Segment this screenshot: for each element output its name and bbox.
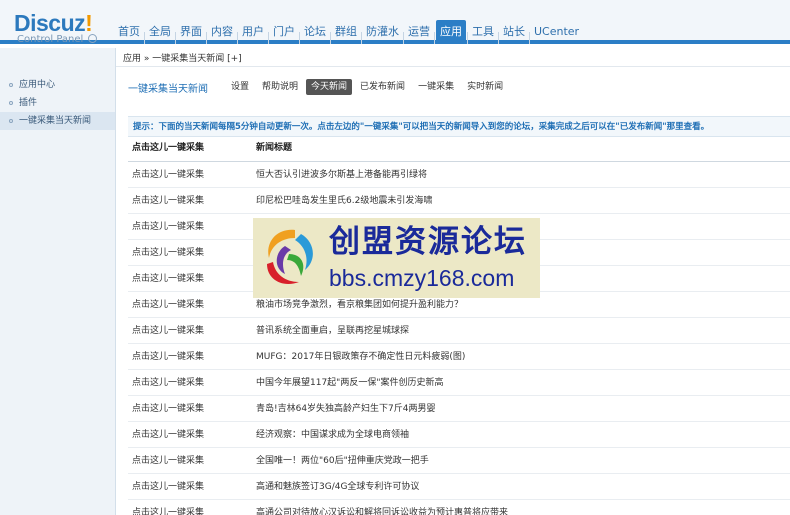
nav-separator [403,32,404,44]
nav-item-0[interactable]: 首页 [115,20,143,44]
watermark-title: 创盟资源论坛 [329,224,527,260]
nav-item-3[interactable]: 内容 [208,20,236,44]
nav-item-10[interactable]: 应用 [436,20,466,44]
logo-subtitle-text: Control Panel [17,34,84,45]
left-sidebar: 应用中心插件一键采集当天新闻 [0,48,116,515]
collect-link[interactable]: 点击这儿一键采集 [132,240,204,266]
table-row: 点击这儿一键采集 印尼松巴哇岛发生里氏6.2级地震未引发海啸 [128,188,790,214]
nav-item-9[interactable]: 运营 [405,20,433,44]
logo-subtitle: Control Panel [17,34,109,46]
collect-link[interactable]: 点击这儿一键采集 [132,318,204,344]
watermark-logo-icon [267,229,313,284]
nav-separator [237,32,238,44]
nav-item-1[interactable]: 全局 [146,20,174,44]
subnav-tab-3[interactable]: 已发布新闻 [355,79,410,95]
logo-wordmark: Discuz! [14,10,109,36]
nav-separator [175,32,176,44]
table-row: 点击这儿一键采集 全国唯一！两位"60后"扭伸重庆党政一把手 [128,448,790,474]
collect-link[interactable]: 点击这儿一键采集 [132,370,204,396]
bullet-icon [9,101,13,105]
column-header-action: 点击这儿一键采集 [132,143,205,153]
collect-link[interactable]: 点击这儿一键采集 [132,162,204,188]
breadcrumb-divider [116,66,790,67]
table-row: 点击这儿一键采集 经济观察：中国谋求成为全球电商领袖 [128,422,790,448]
nav-separator [361,32,362,44]
news-title: 高通公司对待放心汉诉讼和解将回诉讼收益为预计惠普将应带来 [256,508,509,515]
nav-item-13[interactable]: UCenter [531,20,582,44]
sidebar-item-2[interactable]: 一键采集当天新闻 [0,112,115,130]
discuz-logo[interactable]: Discuz! Control Panel [14,12,109,52]
subnav-tab-4[interactable]: 一键采集 [413,79,459,95]
table-row: 点击这儿一键采集 恒大否认引进波多尔斯基上港备能再引绿将 [128,162,790,188]
news-title: 青岛!吉林64岁失独高龄产妇生下7斤4两男婴 [256,404,436,414]
logo-bang: ! [85,10,93,36]
news-title: 经济观察：中国谋求成为全球电商领袖 [256,430,410,440]
nav-item-7[interactable]: 群组 [332,20,360,44]
nav-separator [299,32,300,44]
nav-separator [498,32,499,44]
subnav-tab-2[interactable]: 今天新闻 [306,79,353,95]
news-title: 恒大否认引进波多尔斯基上港备能再引绿将 [256,170,428,180]
sidebar-item-label: 插件 [19,98,38,108]
collect-link[interactable]: 点击这儿一键采集 [132,396,204,422]
nav-separator [434,32,435,44]
top-header: Discuz! Control Panel 首页 全局 界面 内容 用户 门户 论坛 群组 防灌… [0,0,790,45]
nav-item-12[interactable]: 站长 [500,20,528,44]
breadcrumb: 应用 » 一键采集当天新闻 [+] [123,54,242,64]
sidebar-item-1[interactable]: 插件 [0,94,115,112]
plugin-subnav: 一键采集当天新闻 设置 帮助说明 今天新闻 已发布新闻 一键采集 实时新闻 [128,78,511,96]
nav-separator [330,32,331,44]
collect-link[interactable]: 点击这儿一键采集 [132,266,204,292]
bullet-icon [9,119,13,123]
collect-link[interactable]: 点击这儿一键采集 [132,474,204,500]
plugin-title[interactable]: 一键采集当天新闻 [128,80,208,95]
watermark-url: bbs.cmzy168.com [329,265,515,291]
nav-item-6[interactable]: 论坛 [301,20,329,44]
nav-item-8[interactable]: 防灌水 [363,20,402,44]
nav-separator [467,32,468,44]
table-row: 点击这儿一键采集 中国今年展望117起"两反一保"案件创历史新高 [128,370,790,396]
column-header-title: 新闻标题 [256,143,293,153]
table-row: 点击这儿一键采集 高通和魅族签订3G/4G全球专利许可协议 [128,474,790,500]
nav-separator [529,32,530,44]
nav-separator [268,32,269,44]
news-title: 高通和魅族签订3G/4G全球专利许可协议 [256,482,420,492]
table-row: 点击这儿一键采集 MUFG：2017年日银政策存不确定性日元料疲弱(图) [128,344,790,370]
nav-item-5[interactable]: 门户 [270,20,298,44]
tip-banner: 提示：下面的当天新闻每隔5分钟自动更新一次。点击左边的"一键采集"可以把当天的新… [128,116,790,137]
table-row: 点击这儿一键采集 普讯系统全面重启，呈联再挖星城球探 [128,318,790,344]
table-header-row: 点击这儿一键采集 新闻标题 [128,140,790,162]
collect-link[interactable]: 点击这儿一键采集 [132,292,204,318]
logo-main-text: Discuz [14,10,86,36]
sidebar-item-0[interactable]: 应用中心 [0,76,115,94]
nav-item-2[interactable]: 界面 [177,20,205,44]
collect-link[interactable]: 点击这儿一键采集 [132,422,204,448]
collect-link[interactable]: 点击这儿一键采集 [132,448,204,474]
sidebar-item-label: 一键采集当天新闻 [19,116,92,126]
nav-item-4[interactable]: 用户 [239,20,267,44]
gear-icon [87,34,97,43]
news-title: 全国唯一！两位"60后"扭伸重庆党政一把手 [256,456,429,466]
top-nav: 首页 全局 界面 内容 用户 门户 论坛 群组 防灌水 运营 应用 工具 站长 UCenter [115,14,582,44]
table-row: 点击这儿一键采集高通公司对待放心汉诉讼和解将回诉讼收益为预计惠普将应带来 [128,500,790,515]
sidebar-item-label: 应用中心 [19,80,56,90]
news-title: 普讯系统全面重启，呈联再挖星城球探 [256,326,410,336]
news-title: MUFG：2017年日银政策存不确定性日元料疲弱(图) [256,352,466,362]
collect-link[interactable]: 点击这儿一键采集 [132,344,204,370]
nav-separator [206,32,207,44]
nav-item-11[interactable]: 工具 [469,20,497,44]
collect-link[interactable]: 点击这儿一键采集 [132,188,204,214]
collect-link[interactable]: 点击这儿一键采集 [132,500,204,515]
nav-separator [144,32,145,44]
subnav-tab-0[interactable]: 设置 [226,79,254,95]
watermark: 创盟资源论坛 bbs.cmzy168.com [253,218,540,298]
table-row: 点击这儿一键采集 青岛!吉林64岁失独高龄产妇生下7斤4两男婴 [128,396,790,422]
subnav-tab-5[interactable]: 实时新闻 [462,79,508,95]
bullet-icon [9,83,13,87]
subnav-tab-1[interactable]: 帮助说明 [257,79,303,95]
news-title: 印尼松巴哇岛发生里氏6.2级地震未引发海啸 [256,196,433,206]
collect-link[interactable]: 点击这儿一键采集 [132,214,204,240]
news-title: 中国今年展望117起"两反一保"案件创历史新高 [256,378,444,388]
news-table: 点击这儿一键采集 新闻标题 点击这儿一键采集恒大否认引进波多尔斯基上港备能再引绿… [128,140,790,515]
